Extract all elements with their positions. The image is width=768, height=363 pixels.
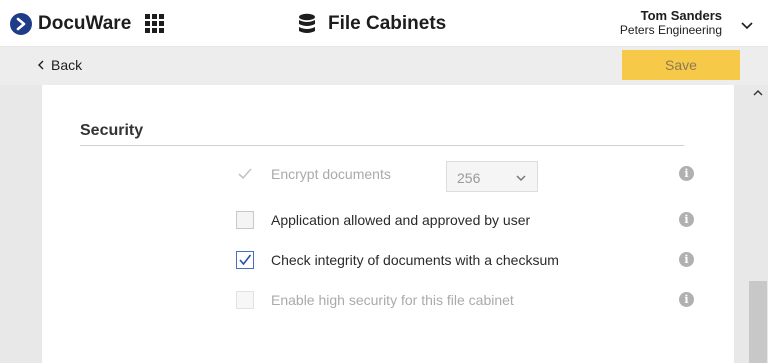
apps-grid-icon[interactable] bbox=[145, 14, 165, 34]
section-divider bbox=[80, 145, 684, 146]
docuware-logo-icon bbox=[10, 13, 32, 35]
checkbox-application-allowed[interactable] bbox=[236, 211, 254, 229]
checkmark-icon bbox=[239, 254, 252, 266]
vertical-scrollbar[interactable] bbox=[748, 85, 768, 363]
scrollbar-thumb[interactable] bbox=[749, 281, 767, 363]
info-icon[interactable]: i bbox=[679, 166, 694, 181]
section-title: Security bbox=[80, 122, 144, 139]
setting-row-encrypt: Encrypt documents 256 i bbox=[42, 161, 734, 192]
database-icon bbox=[299, 13, 315, 33]
user-info[interactable]: Tom Sanders Peters Engineering bbox=[619, 8, 722, 38]
setting-label: Check integrity of documents with a chec… bbox=[271, 252, 559, 268]
docuware-logo[interactable]: DocuWare bbox=[10, 13, 131, 35]
back-label: Back bbox=[51, 57, 83, 73]
encryption-select-value: 256 bbox=[457, 170, 481, 186]
page-title: File Cabinets bbox=[296, 12, 446, 36]
back-button[interactable]: Back bbox=[36, 57, 82, 73]
chevron-down-icon[interactable] bbox=[740, 18, 754, 32]
settings-panel: Security Encrypt documents 256 i Applica… bbox=[42, 85, 734, 363]
setting-row-application-allowed: Application allowed and approved by user… bbox=[42, 207, 734, 233]
setting-label: Enable high security for this file cabin… bbox=[271, 292, 514, 308]
setting-row-checksum: Check integrity of documents with a chec… bbox=[42, 247, 734, 273]
content-area: Security Encrypt documents 256 i Applica… bbox=[0, 85, 768, 363]
info-icon[interactable]: i bbox=[679, 292, 694, 307]
user-name: Tom Sanders bbox=[640, 8, 722, 23]
chevron-up-icon[interactable] bbox=[751, 88, 765, 98]
logo-text: DocuWare bbox=[38, 13, 132, 34]
page-title-text: File Cabinets bbox=[328, 13, 447, 34]
encryption-select[interactable]: 256 bbox=[446, 161, 538, 192]
save-button[interactable]: Save bbox=[622, 50, 740, 80]
setting-label: Encrypt documents bbox=[271, 166, 391, 182]
chevron-down-icon bbox=[516, 175, 526, 182]
setting-row-high-security: Enable high security for this file cabin… bbox=[42, 287, 734, 313]
app-header: DocuWare File Cabinets Tom Sanders Peter… bbox=[0, 0, 768, 47]
info-icon[interactable]: i bbox=[679, 252, 694, 267]
checkbox-checksum[interactable] bbox=[236, 251, 254, 269]
checkbox-encrypt[interactable] bbox=[236, 165, 254, 183]
info-icon[interactable]: i bbox=[679, 212, 694, 227]
setting-label: Application allowed and approved by user bbox=[271, 212, 531, 228]
chevron-left-icon bbox=[38, 60, 44, 70]
user-org: Peters Engineering bbox=[619, 23, 722, 37]
checkbox-high-security[interactable] bbox=[236, 291, 254, 309]
toolbar: Back Save bbox=[0, 47, 768, 85]
